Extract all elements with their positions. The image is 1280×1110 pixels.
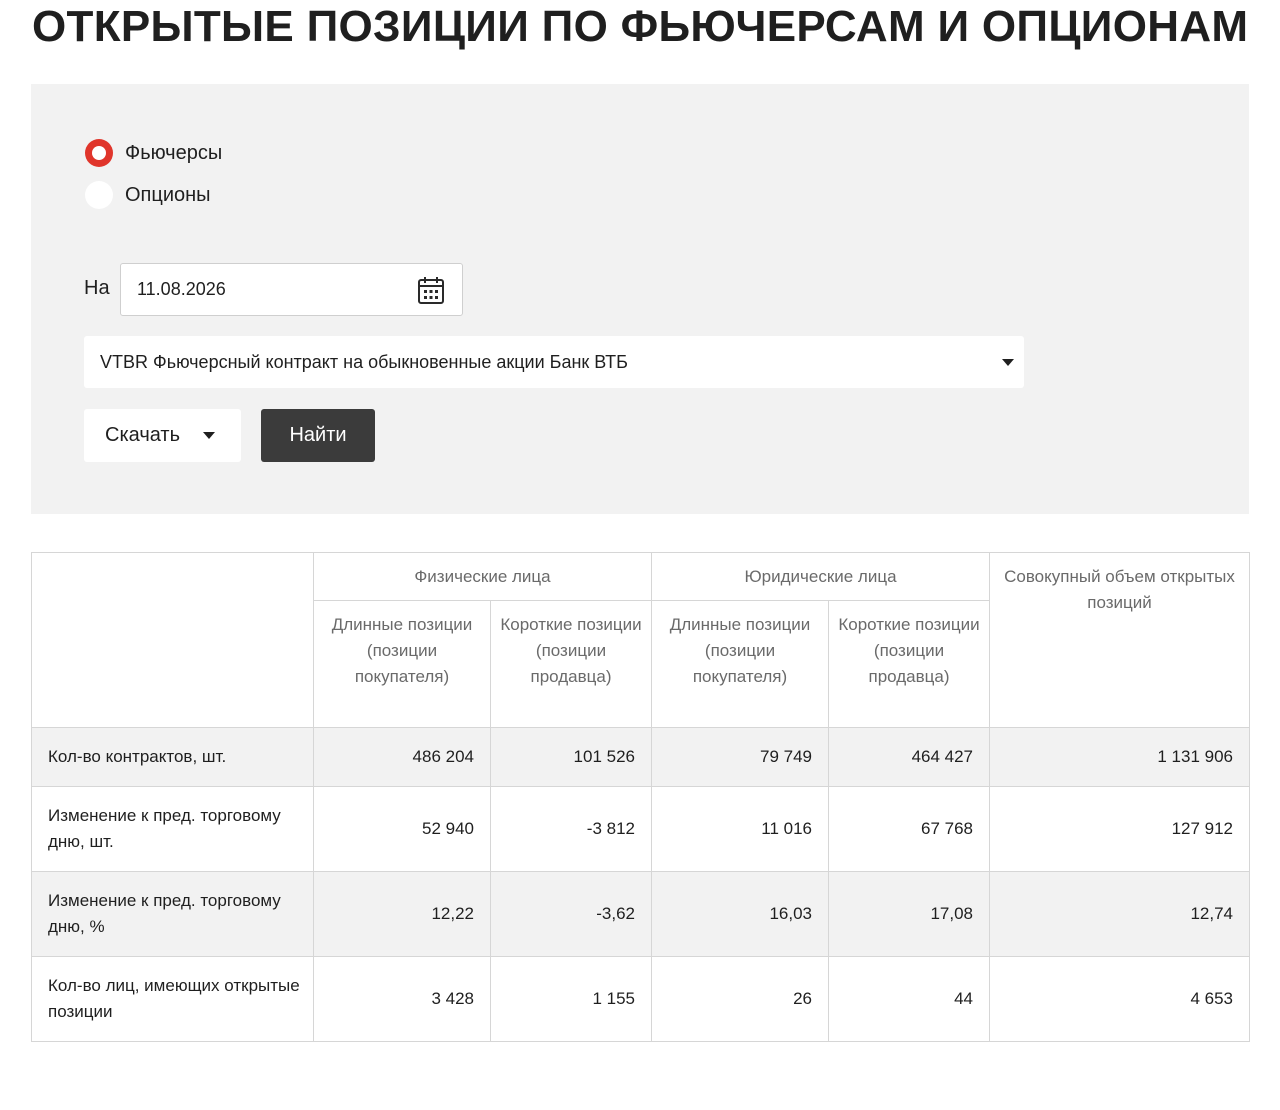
radio-options-label: Опционы <box>125 183 211 206</box>
cell-legal-short: 44 <box>827 956 991 1042</box>
radio-futures[interactable]: Фьючерсы <box>85 139 222 167</box>
cell-legal-long: 11 016 <box>651 786 829 872</box>
row-label: Изменение к пред. торговому дню, % <box>31 871 314 957</box>
cell-individuals-long: 486 204 <box>313 727 491 787</box>
cell-individuals-long: 52 940 <box>313 786 491 872</box>
open-positions-table: Физические лица Юридические лица Совокуп… <box>31 552 1251 1042</box>
header-individuals-short: Короткие позиции (позиции продавца) <box>490 600 652 728</box>
cell-individuals-short: 1 155 <box>490 956 652 1042</box>
chevron-down-icon <box>203 432 215 439</box>
radio-options[interactable]: Опционы <box>85 181 211 209</box>
cell-individuals-short: -3 812 <box>490 786 652 872</box>
header-individuals: Физические лица <box>313 552 652 601</box>
header-individuals-long: Длинные позиции (позиции покупателя) <box>313 600 491 728</box>
find-button[interactable]: Найти <box>261 409 375 462</box>
cell-individuals-long: 3 428 <box>313 956 491 1042</box>
cell-legal-long: 79 749 <box>651 727 829 787</box>
download-button[interactable]: Скачать <box>84 409 241 462</box>
header-total-volume: Совокупный объем открытых позиций <box>989 552 1251 728</box>
date-value[interactable]: 11.08.2026 <box>137 279 226 300</box>
radio-unchecked-icon[interactable] <box>85 181 113 209</box>
cell-total: 4 653 <box>989 956 1251 1042</box>
chevron-down-icon <box>1002 359 1014 366</box>
date-input[interactable]: 11.08.2026 <box>120 263 463 316</box>
cell-legal-short: 17,08 <box>827 871 991 957</box>
row-label: Изменение к пред. торговому дню, шт. <box>31 786 314 872</box>
cell-total: 127 912 <box>989 786 1251 872</box>
header-legal-entities: Юридические лица <box>650 552 991 601</box>
instrument-select[interactable]: VTBR Фьючерсный контракт на обыкновенные… <box>84 336 1024 388</box>
cell-total: 1 131 906 <box>989 727 1251 787</box>
cell-legal-long: 16,03 <box>651 871 829 957</box>
calendar-icon[interactable] <box>417 275 445 305</box>
table-row: Изменение к пред. торговому дню, шт. 52 … <box>31 786 1251 872</box>
page-title: ОТКРЫТЫЕ ПОЗИЦИИ ПО ФЬЮЧЕРСАМ И ОПЦИОНАМ <box>32 2 1249 51</box>
cell-individuals-short: 101 526 <box>490 727 652 787</box>
cell-total: 12,74 <box>989 871 1251 957</box>
cell-individuals-long: 12,22 <box>313 871 491 957</box>
header-legal-long: Длинные позиции (позиции покупателя) <box>651 600 829 728</box>
cell-legal-short: 464 427 <box>827 727 991 787</box>
radio-futures-label: Фьючерсы <box>125 141 223 164</box>
cell-legal-short: 67 768 <box>827 786 991 872</box>
cell-legal-long: 26 <box>651 956 829 1042</box>
download-button-label: Скачать <box>105 424 180 446</box>
instrument-selected-value: VTBR Фьючерсный контракт на обыкновенные… <box>100 352 628 372</box>
cell-individuals-short: -3,62 <box>490 871 652 957</box>
table-row: Изменение к пред. торговому дню, % 12,22… <box>31 871 1251 957</box>
radio-checked-icon[interactable] <box>85 139 113 167</box>
table-row: Кол-во контрактов, шт. 486 204 101 526 7… <box>31 727 1251 787</box>
date-label: На <box>84 277 110 299</box>
row-label: Кол-во контрактов, шт. <box>31 727 314 787</box>
header-empty-cell <box>31 552 314 728</box>
table-row: Кол-во лиц, имеющих открытые позиции 3 4… <box>31 956 1251 1042</box>
header-legal-short: Короткие позиции (позиции продавца) <box>827 600 991 728</box>
row-label: Кол-во лиц, имеющих открытые позиции <box>31 956 314 1042</box>
